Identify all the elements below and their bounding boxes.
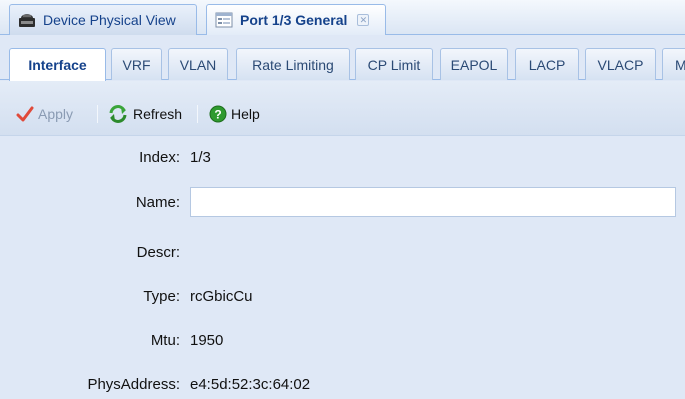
type-value: rcGbicCu (190, 287, 253, 305)
name-field[interactable] (190, 187, 676, 217)
index-row: Index: 1/3 (0, 142, 685, 172)
type-row: Type: rcGbicCu (0, 281, 685, 311)
tab-vrf[interactable]: VRF (111, 48, 162, 80)
tab-lacp[interactable]: LACP (515, 48, 579, 80)
name-row: Name: (0, 187, 685, 217)
refresh-icon (107, 104, 129, 124)
help-button[interactable]: ? Help (209, 103, 260, 125)
phys-address-row: PhysAddress: e4:5d:52:3c:64:02 (0, 369, 685, 399)
apply-label: Apply (38, 106, 74, 122)
mtu-row: Mtu: 1950 (0, 325, 685, 355)
close-icon[interactable]: ✕ (357, 14, 370, 26)
sub-tab-strip: Interface VRF VLAN Rate Limiting CP Limi… (0, 36, 685, 81)
tab-interface[interactable]: Interface (9, 48, 106, 81)
device-view-icon (18, 12, 36, 28)
phys-address-value: e4:5d:52:3c:64:02 (190, 375, 311, 393)
tab-label: Device Physical View (43, 12, 176, 28)
tab-vlacp[interactable]: VLACP (585, 48, 656, 80)
descr-row: Descr: (0, 237, 685, 267)
toolbar-separator (197, 105, 198, 123)
descr-label: Descr: (136, 243, 180, 261)
toolbar: Apply Refresh ? Help (0, 81, 685, 136)
help-label: Help (231, 106, 260, 122)
refresh-button[interactable]: Refresh (107, 103, 182, 125)
tab-device-physical-view[interactable]: Device Physical View (9, 4, 197, 35)
refresh-label: Refresh (133, 106, 183, 122)
apply-button[interactable]: Apply (16, 103, 73, 125)
index-value: 1/3 (190, 148, 211, 166)
interface-form: Index: 1/3 Name: Descr: Type: rcGbicCu M… (0, 137, 685, 393)
tab-overflow[interactable]: M (662, 48, 685, 80)
index-label: Index: (139, 148, 180, 166)
type-label: Type: (143, 287, 180, 305)
tab-rate-limiting[interactable]: Rate Limiting (236, 48, 350, 80)
phys-address-label: PhysAddress: (87, 375, 180, 393)
tab-label: Port 1/3 General (240, 12, 348, 28)
tab-vlan[interactable]: VLAN (168, 48, 228, 80)
toolbar-separator (97, 105, 98, 123)
tab-port-general[interactable]: Port 1/3 General ✕ (206, 4, 386, 35)
port-general-icon (215, 12, 233, 28)
mtu-label: Mtu: (150, 331, 180, 349)
checkmark-icon (16, 105, 34, 123)
help-icon: ? (209, 105, 227, 123)
document-tab-bar: Device Physical View Port 1/3 General ✕ (0, 0, 685, 35)
name-label: Name: (135, 193, 180, 211)
tab-cp-limit[interactable]: CP Limit (355, 48, 433, 80)
svg-text:?: ? (214, 108, 221, 122)
mtu-value: 1950 (190, 331, 224, 349)
tab-eapol[interactable]: EAPOL (440, 48, 508, 80)
